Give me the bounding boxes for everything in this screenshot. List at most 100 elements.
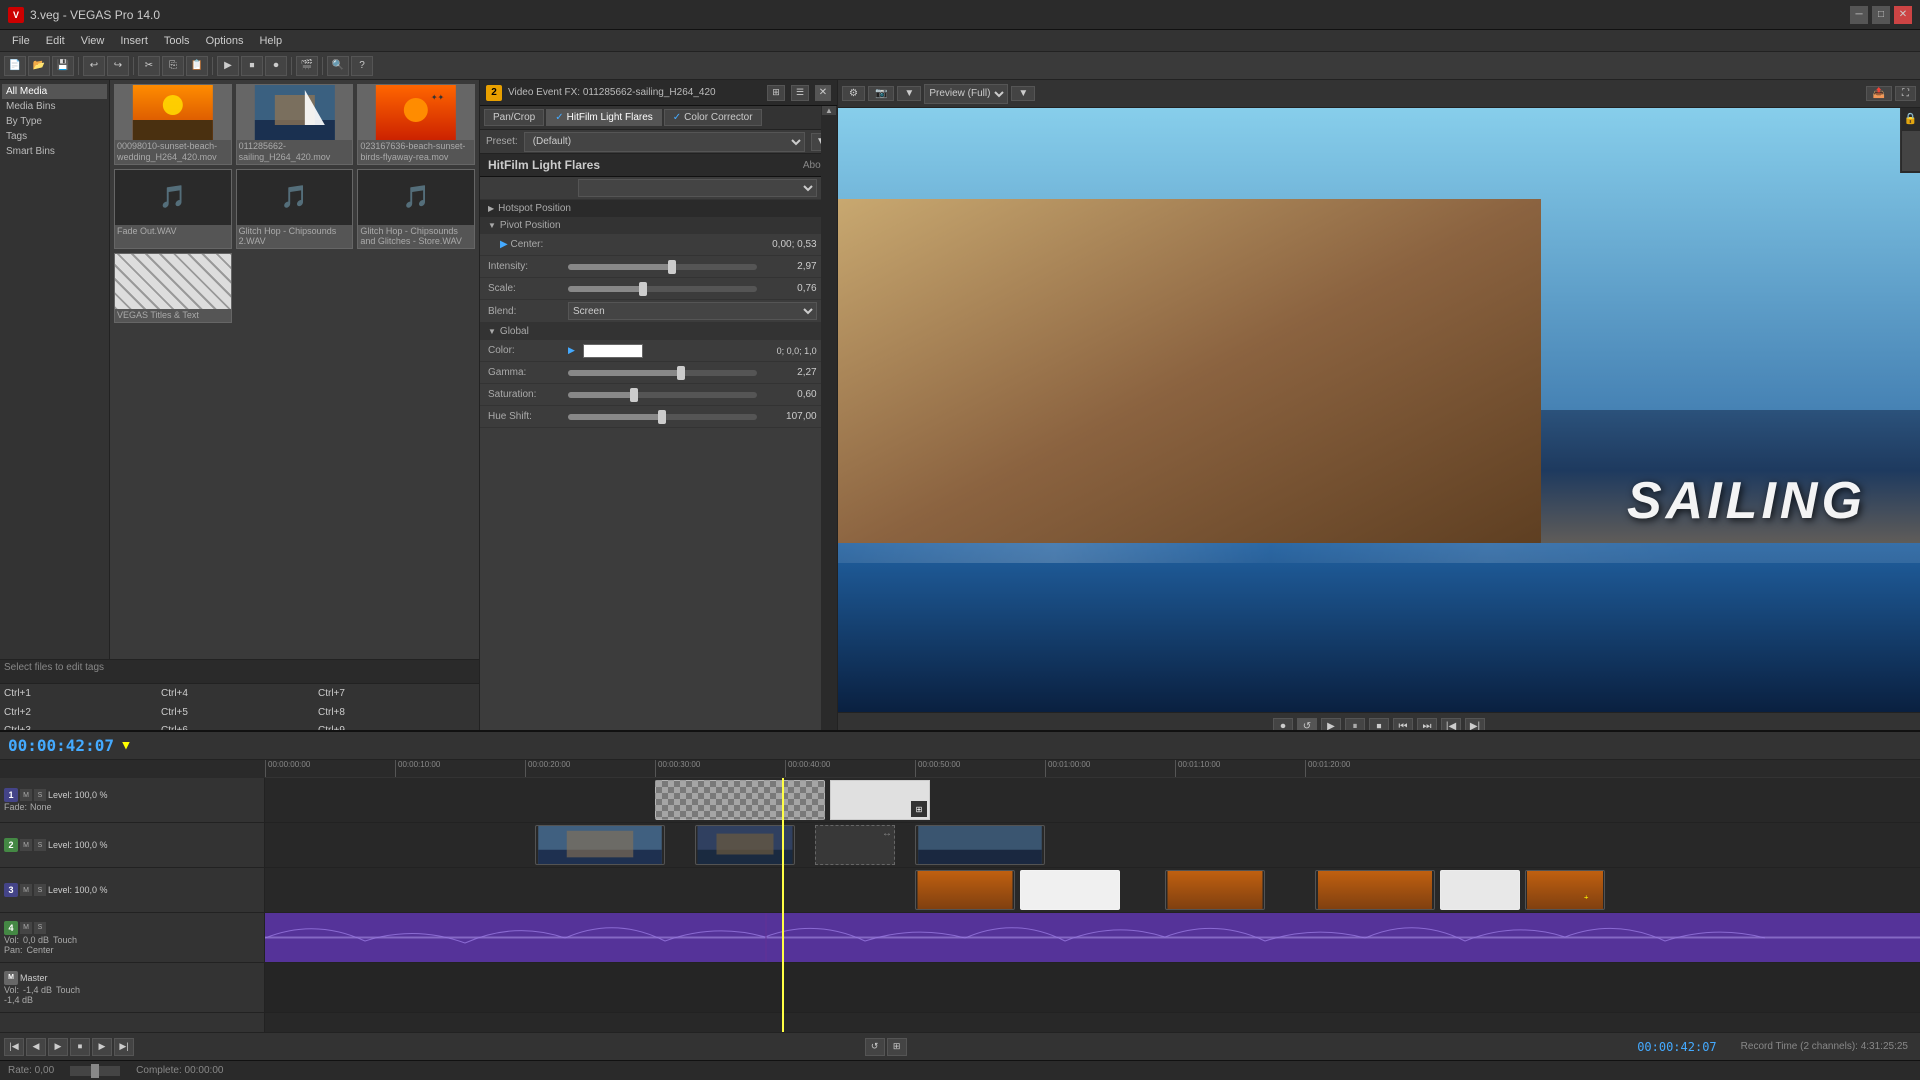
tree-media-bins[interactable]: Media Bins <box>2 99 107 114</box>
tree-tags[interactable]: Tags <box>2 129 107 144</box>
clip-v3-white2[interactable] <box>1440 870 1520 910</box>
tl-play[interactable]: ▶ <box>48 1038 68 1056</box>
tags-input[interactable]: Select files to edit tags <box>0 659 479 683</box>
rate-slider[interactable] <box>70 1066 120 1076</box>
media-item-glitch2[interactable]: 🎵 Glitch Hop - Chipsounds and Glitches -… <box>357 169 475 250</box>
tree-by-type[interactable]: By Type <box>2 114 107 129</box>
media-item-glitch1[interactable]: 🎵 Glitch Hop - Chipsounds 2.WAV <box>236 169 354 250</box>
menu-tools[interactable]: Tools <box>156 33 198 49</box>
clip-v2-sail2[interactable] <box>695 825 795 865</box>
close-button[interactable]: ✕ <box>1894 6 1912 24</box>
open-button[interactable]: 📂 <box>28 56 50 76</box>
cut-button[interactable]: ✂ <box>138 56 160 76</box>
track-2-mute[interactable]: M <box>20 839 32 851</box>
saturation-slider[interactable] <box>568 392 757 398</box>
tl-snap[interactable]: ⊞ <box>887 1038 907 1056</box>
menu-insert[interactable]: Insert <box>112 33 156 49</box>
track-1-mute[interactable]: M <box>20 789 32 801</box>
timeline-ruler[interactable]: 00:00:00:00 00:00:10:00 00:00:20:00 00:0… <box>265 760 1920 778</box>
clip-v2-sail3[interactable] <box>915 825 1045 865</box>
preview-options[interactable]: ▼ <box>897 86 921 101</box>
intensity-slider[interactable] <box>568 264 757 270</box>
scale-slider[interactable] <box>568 286 757 292</box>
track-3-solo[interactable]: S <box>34 884 46 896</box>
render-button[interactable]: 🎬 <box>296 56 318 76</box>
tl-prev-frame[interactable]: ◀ <box>26 1038 46 1056</box>
hue-slider[interactable] <box>568 414 757 420</box>
track-4-solo[interactable]: S <box>34 922 46 934</box>
track-content[interactable]: ⊞ <box>265 778 1920 1032</box>
preview-snap[interactable]: 📷 <box>868 86 894 101</box>
redo-button[interactable]: ↪ <box>107 56 129 76</box>
clip-v3-orange2[interactable] <box>1165 870 1265 910</box>
media-item-beach[interactable]: 00098010-sunset-beach-wedding_H264_420.m… <box>114 84 232 165</box>
preview-full-screen[interactable]: ⛶ <box>1895 86 1916 101</box>
preview-more[interactable]: ▼ <box>1011 86 1035 101</box>
scroll-up-btn[interactable]: ▲ <box>822 106 836 115</box>
menu-options[interactable]: Options <box>198 33 252 49</box>
track-4-lane[interactable] <box>265 913 1920 963</box>
tl-loop[interactable]: ↺ <box>865 1038 885 1056</box>
preset-select[interactable]: (Default) <box>524 132 805 152</box>
flare-type-select[interactable] <box>578 179 817 197</box>
clip-v2-sail1[interactable] <box>535 825 665 865</box>
copy-button[interactable]: ⎘ <box>162 56 184 76</box>
track-4-mute[interactable]: M <box>20 922 32 934</box>
paste-button[interactable]: 📋 <box>186 56 208 76</box>
media-item-birds[interactable]: ✦✦ 023167636-beach-sunset-birds-flyaway-… <box>357 84 475 165</box>
clip-v2-merge[interactable]: ↔ <box>815 825 895 865</box>
menu-edit[interactable]: Edit <box>38 33 73 49</box>
new-button[interactable]: 📄 <box>4 56 26 76</box>
color-swatch[interactable] <box>583 344 643 358</box>
zoom-button[interactable]: 🔍 <box>327 56 349 76</box>
gamma-slider[interactable] <box>568 370 757 376</box>
play-button[interactable]: ▶ <box>217 56 239 76</box>
tl-stop[interactable]: ⏹ <box>70 1038 90 1056</box>
vfx-grid-view[interactable]: ⊞ <box>767 85 785 101</box>
maximize-button[interactable]: □ <box>1872 6 1890 24</box>
track-1-solo[interactable]: S <box>34 789 46 801</box>
stop-button[interactable]: ⏹ <box>241 56 263 76</box>
track-3-mute[interactable]: M <box>20 884 32 896</box>
clip-v1-transparent[interactable] <box>655 780 825 820</box>
tl-go-end[interactable]: ▶| <box>114 1038 134 1056</box>
minimize-button[interactable]: ─ <box>1850 6 1868 24</box>
tree-smart-bins[interactable]: Smart Bins <box>2 144 107 159</box>
master-lane[interactable] <box>265 963 1920 1013</box>
vfx-close-button[interactable]: ✕ <box>815 85 831 101</box>
blend-select[interactable]: Screen <box>568 302 817 320</box>
preview-export[interactable]: 📤 <box>1866 86 1892 101</box>
color-expand[interactable]: ▶ <box>568 345 575 356</box>
media-item-fadeout[interactable]: 🎵 Fade Out.WAV <box>114 169 232 250</box>
media-item-titles[interactable]: VEGAS Titles & Text <box>114 253 232 323</box>
menu-file[interactable]: File <box>4 33 38 49</box>
help-icon-button[interactable]: ? <box>351 56 373 76</box>
clip-v3-orange3[interactable] <box>1315 870 1435 910</box>
tab-pan-crop[interactable]: Pan/Crop <box>484 109 544 126</box>
undo-button[interactable]: ↩ <box>83 56 105 76</box>
clip-v3-white[interactable] <box>1020 870 1120 910</box>
menu-help[interactable]: Help <box>251 33 290 49</box>
track-3-lane[interactable]: + <box>265 868 1920 913</box>
hotspot-section[interactable]: ▶ Hotspot Position <box>480 200 837 217</box>
tab-color-corrector[interactable]: ✓ Color Corrector <box>664 109 762 126</box>
tl-play-from-start[interactable]: |◀ <box>4 1038 24 1056</box>
tl-next-frame[interactable]: ▶ <box>92 1038 112 1056</box>
clip-v3-orange4[interactable]: + <box>1525 870 1605 910</box>
record-button[interactable]: ⏺ <box>265 56 287 76</box>
track-2-lane[interactable]: ↔ <box>265 823 1920 868</box>
save-button[interactable]: 💾 <box>52 56 74 76</box>
global-section[interactable]: ▼ Global <box>480 323 837 340</box>
pivot-section[interactable]: ▼ Pivot Position <box>480 217 837 234</box>
tree-all-media[interactable]: All Media <box>2 84 107 99</box>
preview-gear[interactable]: ⚙ <box>842 86 865 101</box>
menu-view[interactable]: View <box>73 33 113 49</box>
clip-v1-white[interactable]: ⊞ <box>830 780 930 820</box>
preview-quality-select[interactable]: Preview (Full) <box>924 84 1008 104</box>
media-item-sailing[interactable]: 011285662-sailing_H264_420.mov <box>236 84 354 165</box>
clip-v3-orange1[interactable] <box>915 870 1015 910</box>
vfx-list-view[interactable]: ☰ <box>791 85 809 101</box>
track-1-lane[interactable]: ⊞ <box>265 778 1920 823</box>
track-2-solo[interactable]: S <box>34 839 46 851</box>
tab-hitfilm[interactable]: ✓ HitFilm Light Flares <box>546 109 662 126</box>
